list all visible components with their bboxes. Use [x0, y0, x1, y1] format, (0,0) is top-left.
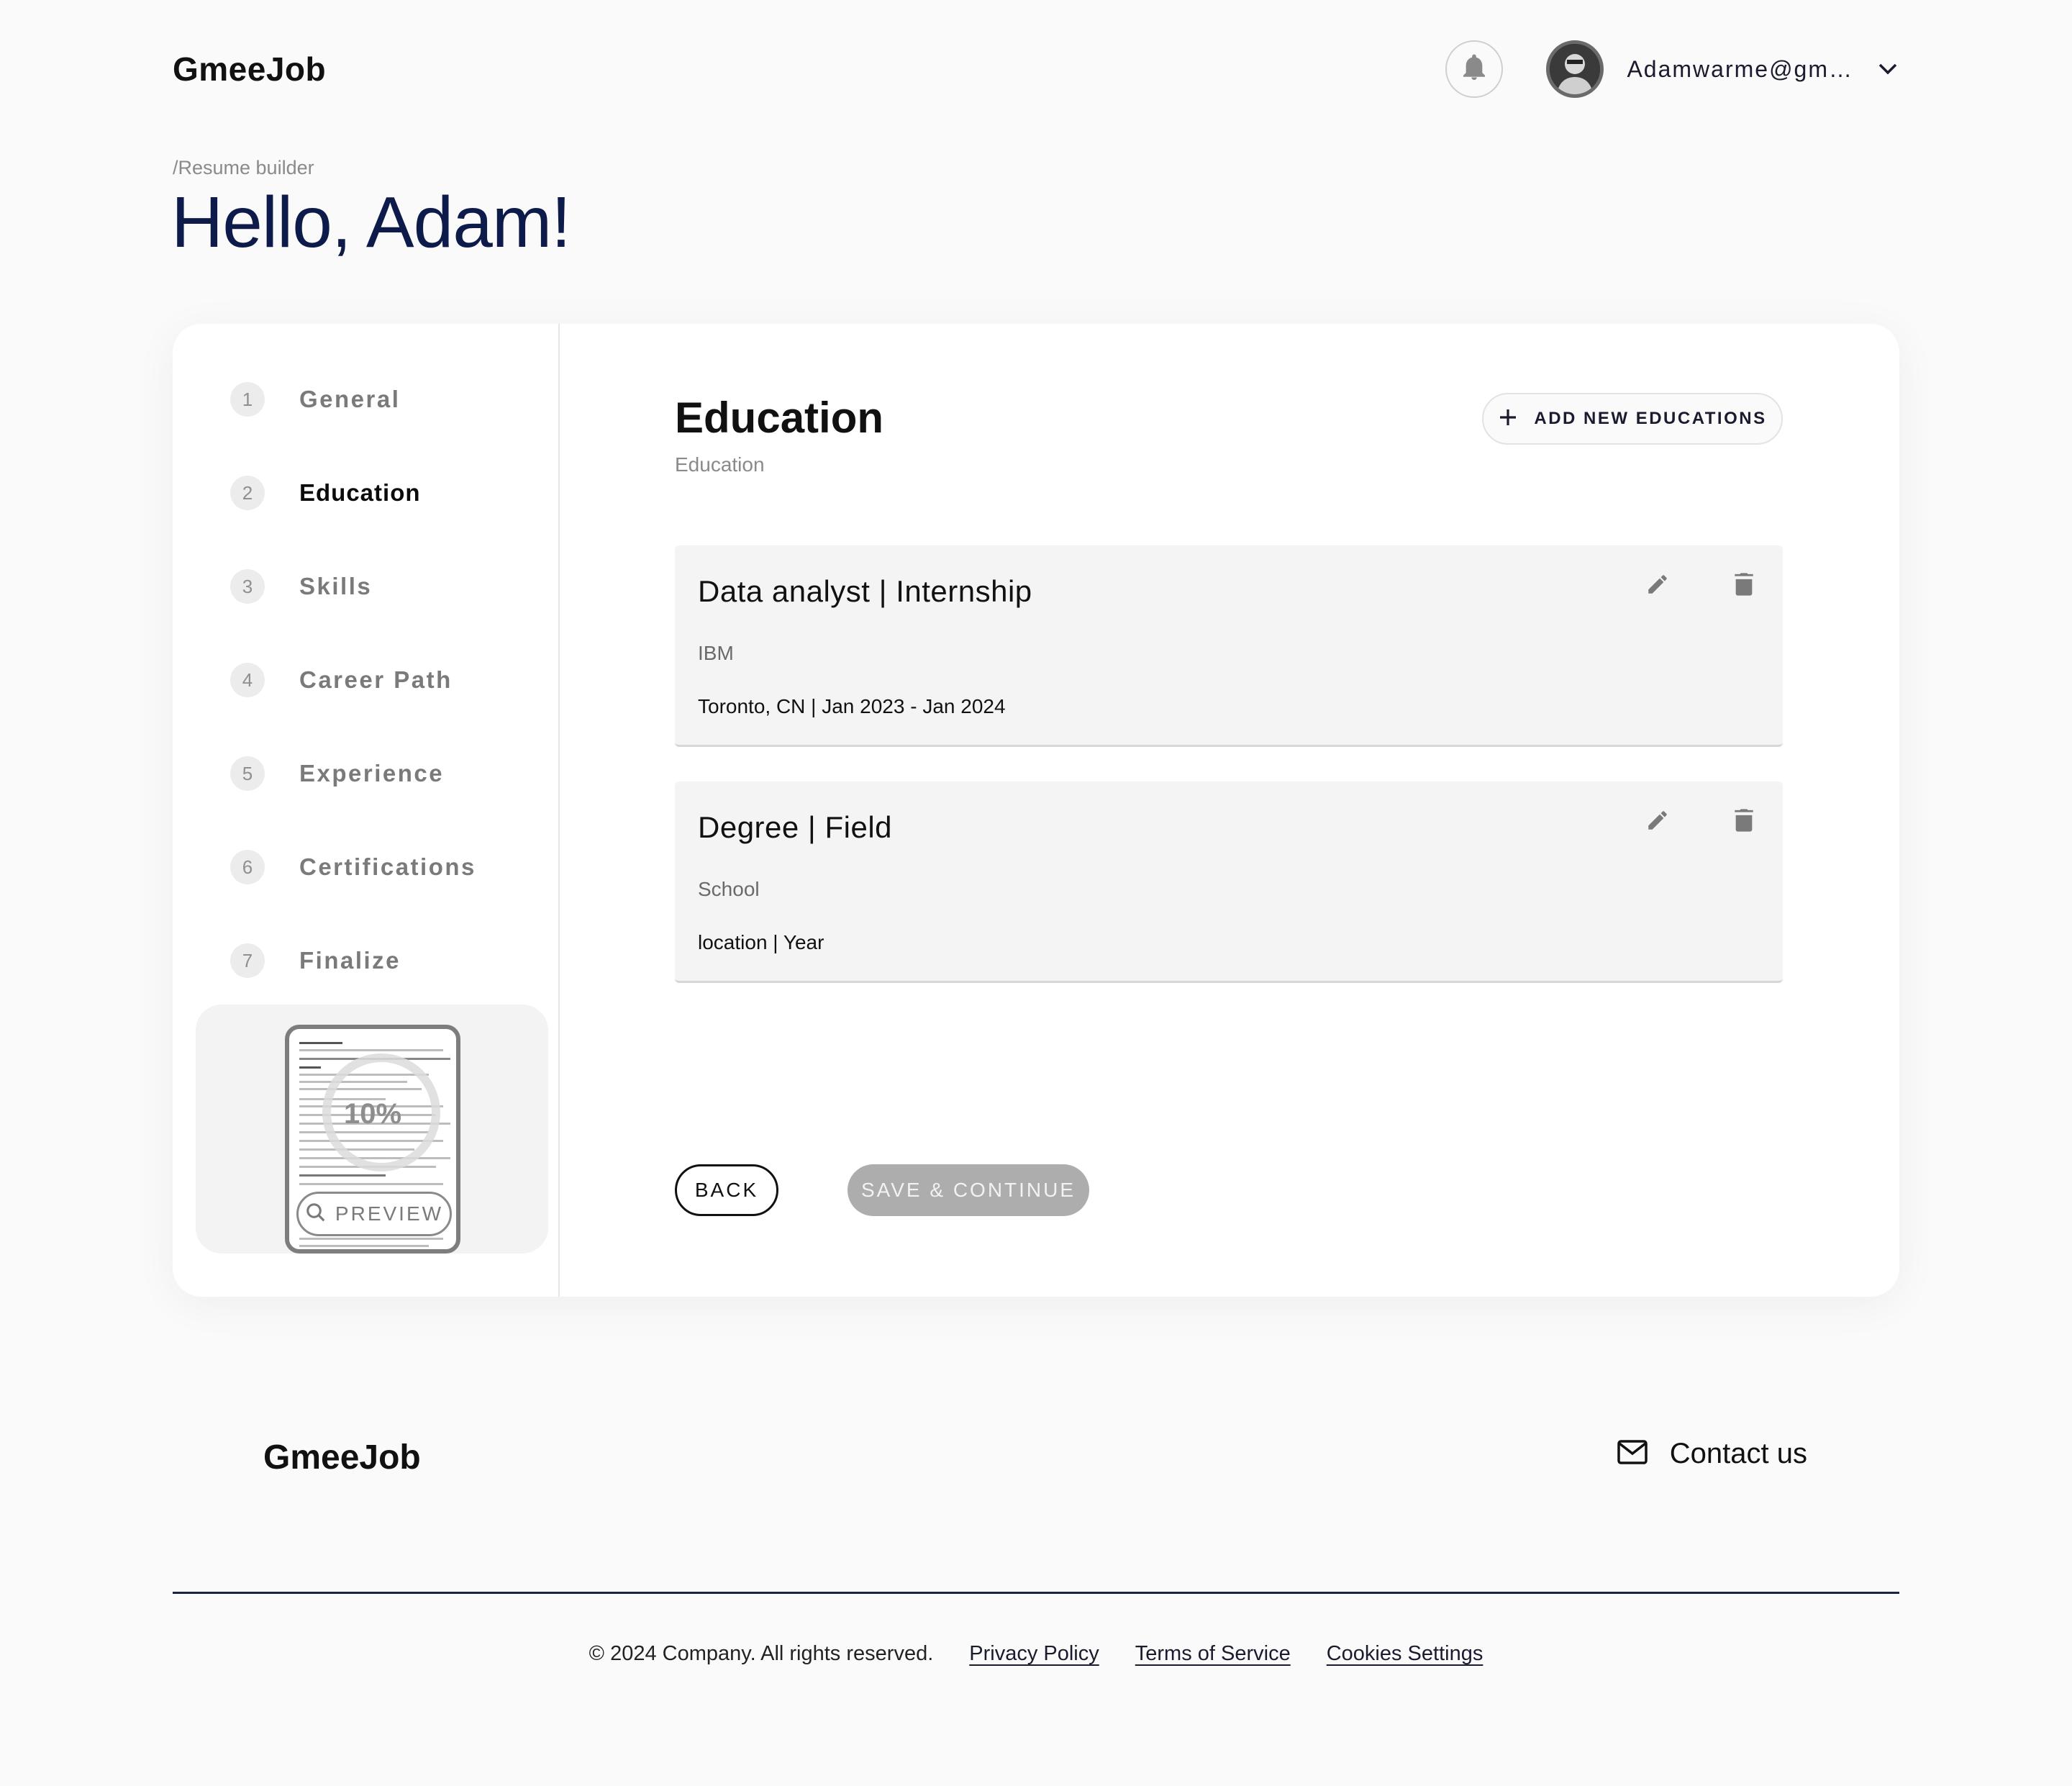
step-number: 2 [230, 476, 265, 510]
page-title: Hello, Adam! [171, 182, 571, 263]
step-number: 4 [230, 663, 265, 697]
entry-organization: School [698, 878, 760, 900]
user-menu[interactable]: Adamwarme@gm… [1546, 40, 1899, 98]
education-entry[interactable]: Data analyst | Internship IBM Toronto, C… [675, 545, 1783, 747]
step-education[interactable]: 2 Education [230, 471, 421, 515]
copyright: © 2024 Company. All rights reserved. [589, 1642, 934, 1665]
footer-bottom: © 2024 Company. All rights reserved. Pri… [0, 1642, 2072, 1666]
footer-divider [173, 1592, 1899, 1594]
step-label: Skills [299, 573, 373, 599]
entry-title: Degree | Field [698, 810, 893, 844]
footer-logo[interactable]: GmeeJob [263, 1438, 421, 1477]
step-label: Certifications [299, 853, 476, 880]
step-number: 3 [230, 569, 265, 604]
step-label: General [299, 386, 401, 412]
step-label: Finalize [299, 947, 401, 974]
back-button[interactable]: BACK [675, 1164, 778, 1216]
edit-icon[interactable] [1640, 803, 1675, 838]
breadcrumb: /Resume builder [173, 157, 314, 178]
step-finalize[interactable]: 7 Finalize [230, 939, 401, 982]
progress-percent: 10% [343, 1098, 402, 1130]
top-right-controls: Adamwarme@gm… [1445, 40, 1899, 98]
section-title: Education [675, 394, 884, 442]
contact-us-link[interactable]: Contact us [1617, 1438, 1807, 1470]
education-entry[interactable]: Degree | Field School location | Year [675, 781, 1783, 983]
step-label: Experience [299, 760, 445, 787]
step-skills[interactable]: 3 Skills [230, 565, 372, 608]
trash-icon[interactable] [1727, 567, 1761, 602]
step-number: 7 [230, 943, 265, 978]
avatar [1546, 40, 1604, 98]
resume-builder-card: 1 General 2 Education 3 Skills 4 Career … [173, 324, 1899, 1297]
step-general[interactable]: 1 General [230, 378, 400, 421]
cookies-settings-link[interactable]: Cookies Settings [1327, 1642, 1483, 1666]
trash-icon[interactable] [1727, 803, 1761, 838]
add-education-label: ADD NEW EDUCATIONS [1534, 409, 1767, 428]
chevron-down-icon[interactable] [1876, 58, 1899, 81]
notifications-button[interactable] [1445, 40, 1504, 98]
preview-label: PREVIEW [335, 1202, 444, 1225]
step-experience[interactable]: 5 Experience [230, 752, 444, 795]
add-education-button[interactable]: ADD NEW EDUCATIONS [1482, 393, 1783, 445]
step-label: Education [299, 479, 421, 506]
section-subtitle: Education [675, 453, 765, 476]
edit-icon[interactable] [1640, 567, 1675, 602]
save-continue-button[interactable]: SAVE & CONTINUE [848, 1164, 1089, 1216]
privacy-policy-link[interactable]: Privacy Policy [969, 1642, 1099, 1666]
contact-us-label: Contact us [1669, 1438, 1807, 1469]
step-certifications[interactable]: 6 Certifications [230, 846, 476, 889]
resume-preview-panel: 10% PREVIEW [196, 1005, 548, 1254]
top-bar: GmeeJob Adamwarme@gm… [173, 36, 1899, 102]
search-icon [305, 1202, 327, 1227]
step-number: 1 [230, 382, 265, 417]
terms-of-service-link[interactable]: Terms of Service [1135, 1642, 1291, 1666]
step-number: 6 [230, 850, 265, 884]
user-email: Adamwarme@gm… [1627, 55, 1853, 82]
step-career-path[interactable]: 4 Career Path [230, 658, 453, 702]
education-section: Education Education ADD NEW EDUCATIONS D… [560, 324, 1899, 1297]
entry-organization: IBM [698, 642, 734, 664]
entry-meta: Toronto, CN | Jan 2023 - Jan 2024 [698, 695, 1006, 717]
preview-button[interactable]: PREVIEW [296, 1192, 452, 1236]
step-number: 5 [230, 756, 265, 791]
steps-sidebar: 1 General 2 Education 3 Skills 4 Career … [173, 324, 560, 1297]
resume-thumbnail[interactable]: 10% PREVIEW [285, 1025, 460, 1254]
logo[interactable]: GmeeJob [173, 50, 326, 89]
mail-icon [1617, 1439, 1648, 1469]
entry-title: Data analyst | Internship [698, 574, 1032, 608]
bell-icon [1462, 54, 1486, 85]
plus-icon [1498, 407, 1518, 431]
entry-meta: location | Year [698, 931, 824, 953]
step-label: Career Path [299, 666, 453, 693]
